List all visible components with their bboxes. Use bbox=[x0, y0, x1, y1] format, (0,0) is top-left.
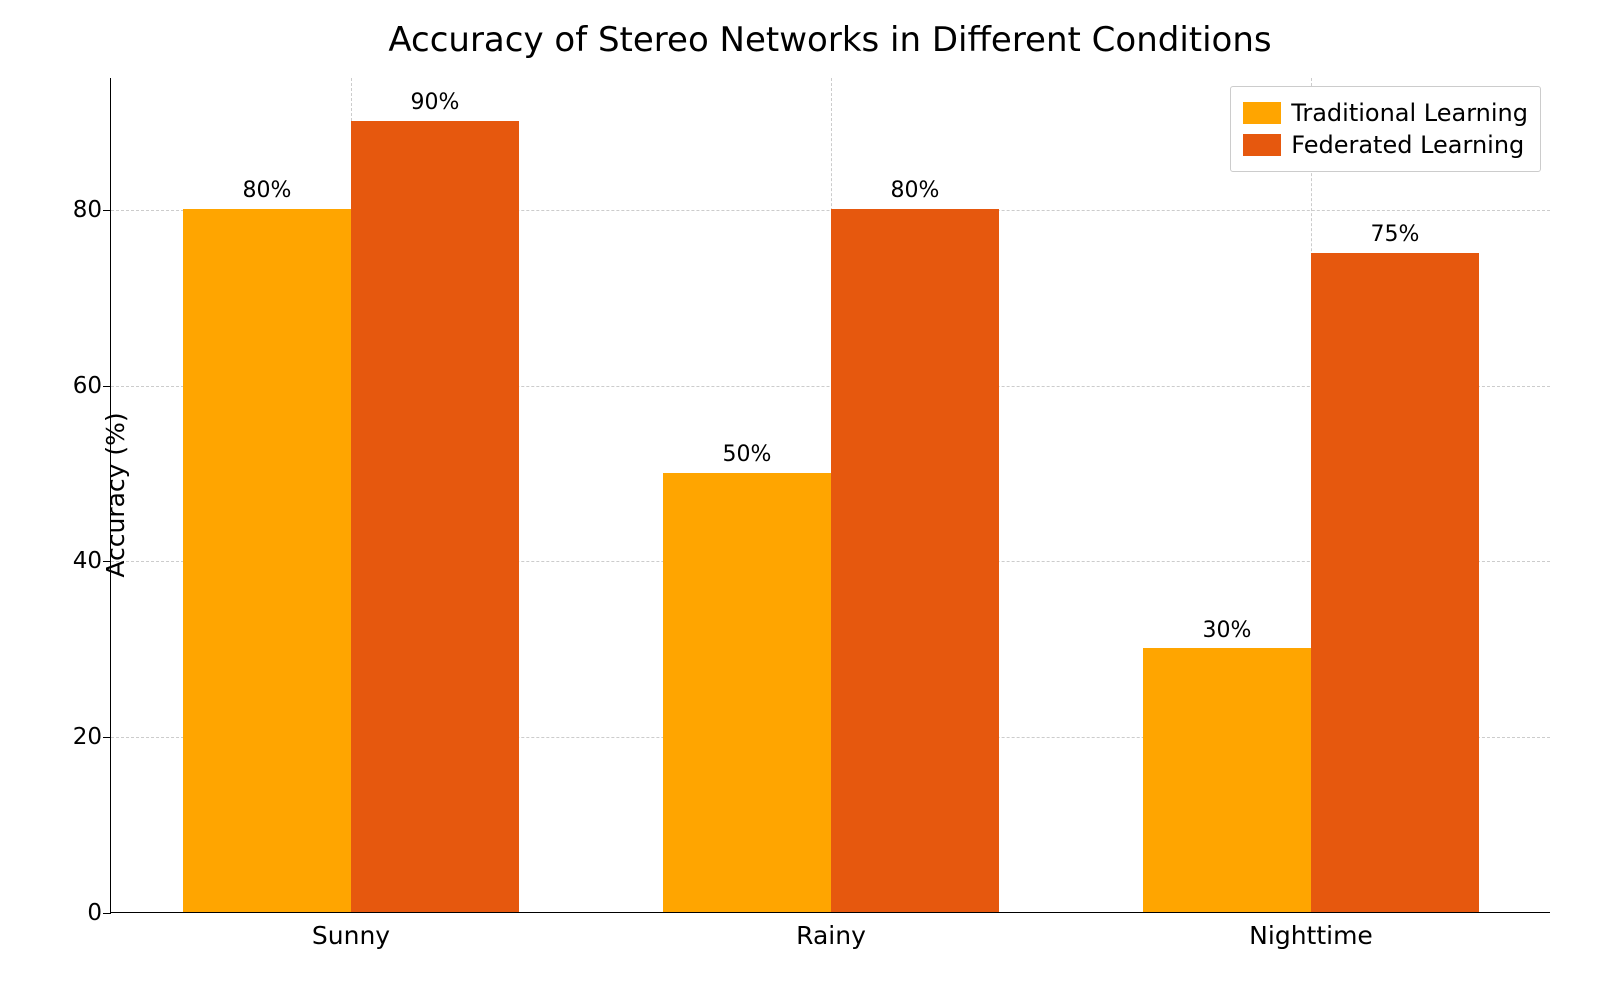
y-axis-label: Accuracy (%) bbox=[101, 412, 130, 577]
y-tick-80 bbox=[103, 210, 111, 211]
legend-swatch-traditional bbox=[1243, 102, 1281, 124]
bar-federated-nighttime bbox=[1311, 253, 1479, 912]
y-ticklabel-40: 40 bbox=[52, 548, 102, 574]
y-tick-0 bbox=[103, 913, 111, 914]
x-label-sunny: Sunny bbox=[312, 921, 390, 950]
label-trad-nighttime: 30% bbox=[1203, 618, 1252, 643]
legend-item-federated: Federated Learning bbox=[1243, 129, 1528, 161]
y-tick-60 bbox=[103, 386, 111, 387]
bar-traditional-rainy bbox=[663, 473, 831, 913]
bar-traditional-sunny bbox=[183, 209, 351, 912]
legend-swatch-federated bbox=[1243, 134, 1281, 156]
y-ticklabel-80: 80 bbox=[52, 197, 102, 223]
legend: Traditional Learning Federated Learning bbox=[1230, 86, 1541, 172]
bar-federated-rainy bbox=[831, 209, 999, 912]
y-tick-20 bbox=[103, 737, 111, 738]
y-ticklabel-20: 20 bbox=[52, 724, 102, 750]
label-fed-nighttime: 75% bbox=[1371, 222, 1420, 247]
label-trad-sunny: 80% bbox=[243, 178, 292, 203]
bar-federated-sunny bbox=[351, 121, 519, 912]
plot-area: 80% 90% 50% 80% 30% 75% Sunny Rainy Nigh… bbox=[110, 78, 1550, 913]
chart-container: Accuracy of Stereo Networks in Different… bbox=[110, 20, 1550, 980]
legend-label-federated: Federated Learning bbox=[1291, 131, 1524, 159]
y-ticklabel-0: 0 bbox=[52, 900, 102, 926]
legend-item-traditional: Traditional Learning bbox=[1243, 97, 1528, 129]
chart-title: Accuracy of Stereo Networks in Different… bbox=[110, 20, 1550, 60]
x-label-rainy: Rainy bbox=[796, 921, 866, 950]
bar-traditional-nighttime bbox=[1143, 648, 1311, 912]
legend-label-traditional: Traditional Learning bbox=[1291, 99, 1528, 127]
label-trad-rainy: 50% bbox=[723, 442, 772, 467]
label-fed-rainy: 80% bbox=[891, 178, 940, 203]
label-fed-sunny: 90% bbox=[411, 90, 460, 115]
y-ticklabel-60: 60 bbox=[52, 373, 102, 399]
x-label-nighttime: Nighttime bbox=[1249, 921, 1373, 950]
